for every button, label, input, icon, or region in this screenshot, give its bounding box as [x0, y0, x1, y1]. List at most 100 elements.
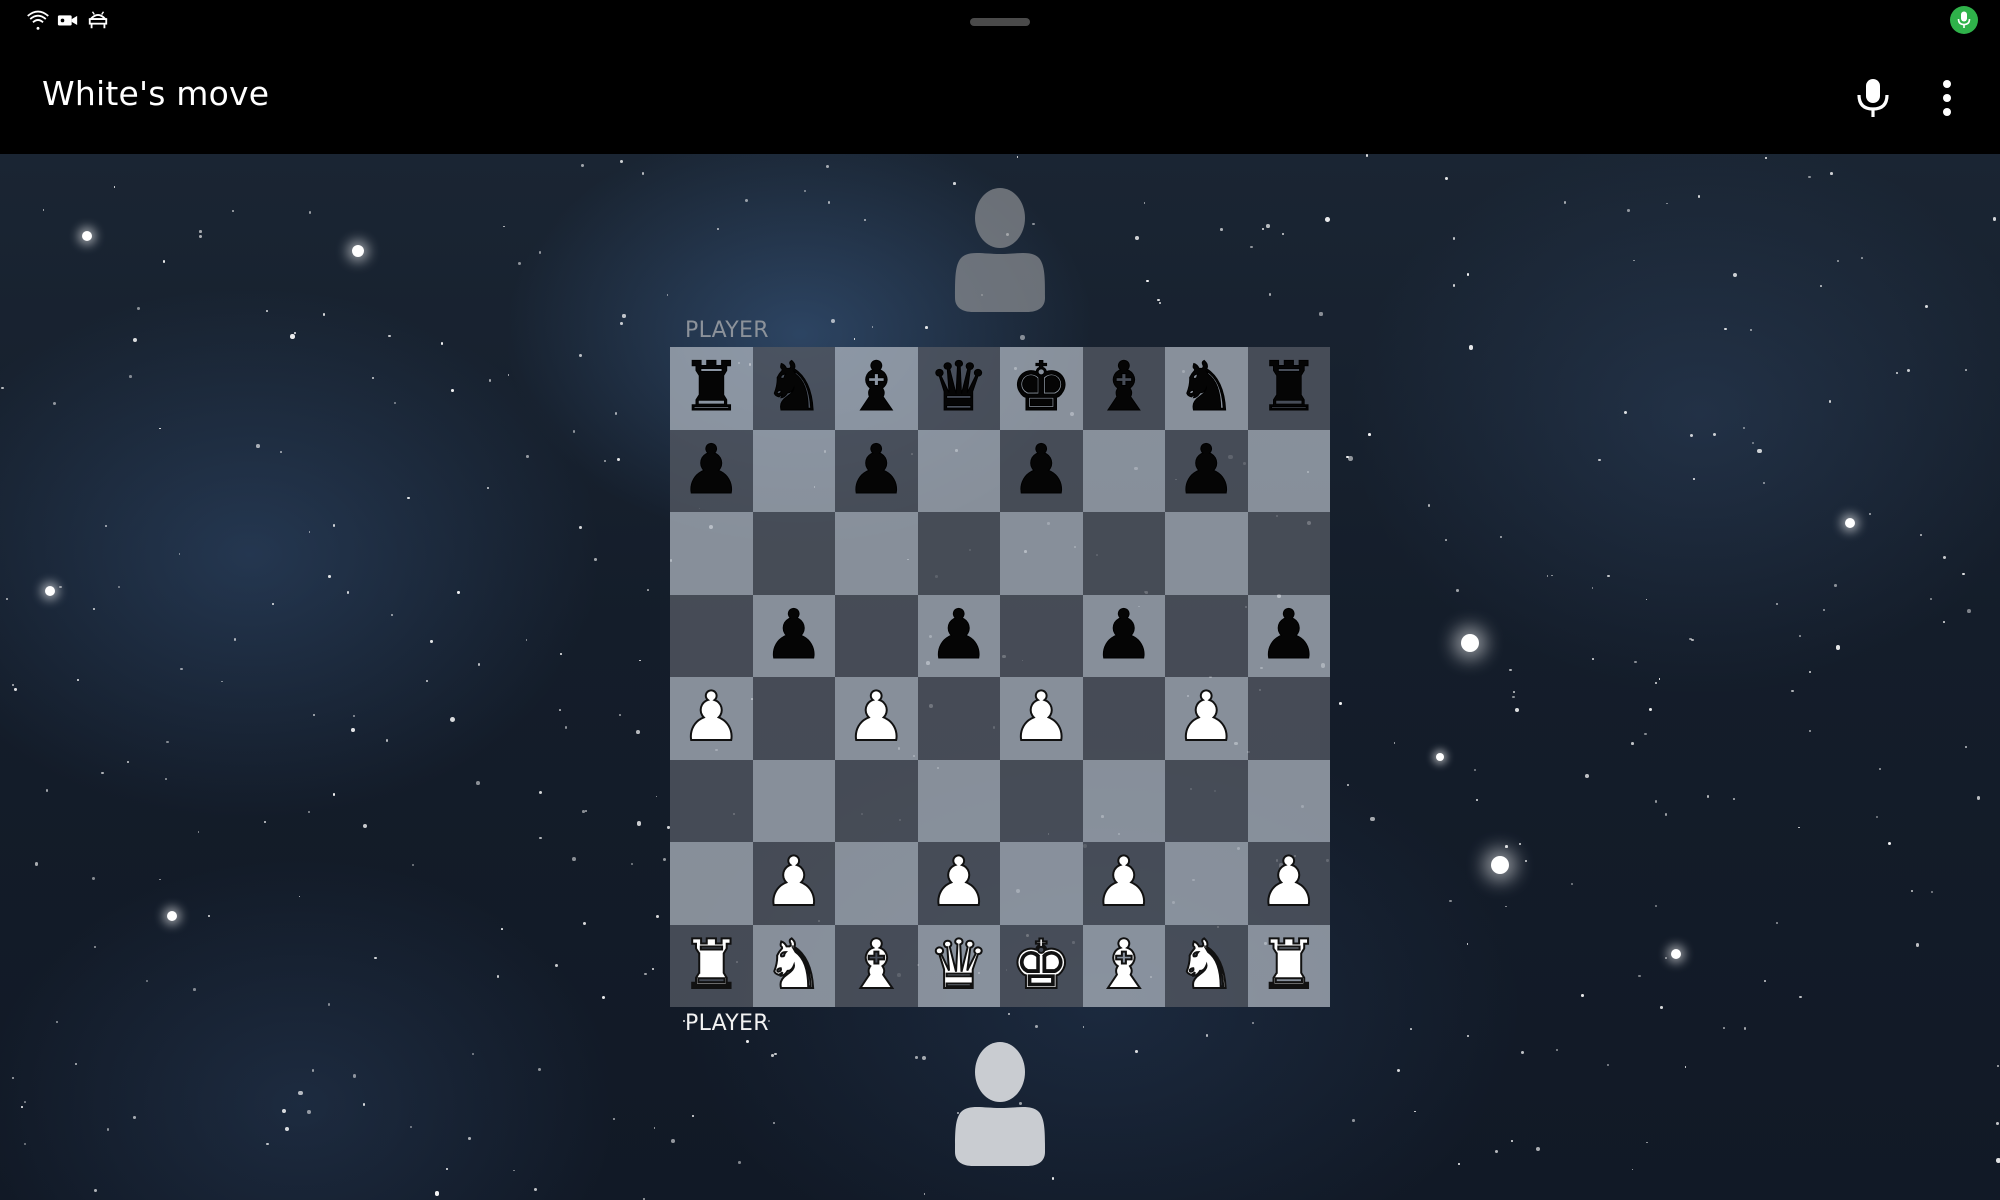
square-h6[interactable] [1247, 512, 1330, 595]
white-pawn-piece[interactable]: ♟ [762, 848, 825, 918]
square-d8[interactable]: ♛ [917, 347, 1000, 430]
white-pawn-piece[interactable]: ♟ [1092, 848, 1155, 918]
white-pawn-piece[interactable]: ♟ [927, 848, 990, 918]
square-h8[interactable]: ♜ [1247, 347, 1330, 430]
square-d2[interactable]: ♟ [917, 842, 1000, 925]
square-b5[interactable]: ♟ [752, 594, 835, 677]
white-pawn-piece[interactable]: ♟ [845, 683, 908, 753]
square-a7[interactable]: ♟ [670, 429, 753, 512]
square-f4[interactable] [1082, 677, 1165, 760]
white-rook-piece[interactable]: ♜ [680, 930, 743, 1000]
square-g5[interactable] [1165, 594, 1248, 677]
square-e6[interactable] [1000, 512, 1083, 595]
white-knight-piece[interactable]: ♞ [762, 930, 825, 1000]
square-f3[interactable] [1082, 759, 1165, 842]
white-pawn-piece[interactable]: ♟ [1257, 848, 1320, 918]
black-pawn-piece[interactable]: ♟ [845, 436, 907, 505]
white-queen-piece[interactable]: ♛ [927, 930, 990, 1000]
square-h4[interactable] [1247, 677, 1330, 760]
square-d5[interactable]: ♟ [917, 594, 1000, 677]
square-f8[interactable]: ♝ [1082, 347, 1165, 430]
square-d7[interactable] [917, 429, 1000, 512]
square-c7[interactable]: ♟ [835, 429, 918, 512]
black-pawn-piece[interactable]: ♟ [1258, 601, 1320, 670]
black-bishop-piece[interactable]: ♝ [1093, 353, 1155, 422]
square-b3[interactable] [752, 759, 835, 842]
square-g3[interactable] [1165, 759, 1248, 842]
square-h7[interactable] [1247, 429, 1330, 512]
square-c8[interactable]: ♝ [835, 347, 918, 430]
square-g8[interactable]: ♞ [1165, 347, 1248, 430]
square-a5[interactable] [670, 594, 753, 677]
square-f6[interactable] [1082, 512, 1165, 595]
black-bishop-piece[interactable]: ♝ [845, 353, 907, 422]
square-h2[interactable]: ♟ [1247, 842, 1330, 925]
square-g7[interactable]: ♟ [1165, 429, 1248, 512]
square-e4[interactable]: ♟ [1000, 677, 1083, 760]
square-a3[interactable] [670, 759, 753, 842]
square-c2[interactable] [835, 842, 918, 925]
more-options-button[interactable] [1930, 78, 1964, 118]
square-c1[interactable]: ♝ [835, 924, 918, 1007]
square-c4[interactable]: ♟ [835, 677, 918, 760]
square-b8[interactable]: ♞ [752, 347, 835, 430]
black-rook-piece[interactable]: ♜ [1258, 353, 1320, 422]
star [1962, 572, 1965, 576]
square-e7[interactable]: ♟ [1000, 429, 1083, 512]
white-pawn-piece[interactable]: ♟ [1175, 683, 1238, 753]
square-b7[interactable] [752, 429, 835, 512]
square-c5[interactable] [835, 594, 918, 677]
black-pawn-piece[interactable]: ♟ [680, 436, 742, 505]
black-knight-piece[interactable]: ♞ [1175, 353, 1237, 422]
black-rook-piece[interactable]: ♜ [680, 353, 742, 422]
square-f2[interactable]: ♟ [1082, 842, 1165, 925]
white-knight-piece[interactable]: ♞ [1175, 930, 1238, 1000]
white-rook-piece[interactable]: ♜ [1257, 930, 1320, 1000]
square-a4[interactable]: ♟ [670, 677, 753, 760]
square-b4[interactable] [752, 677, 835, 760]
drag-handle[interactable] [970, 18, 1030, 26]
square-g6[interactable] [1165, 512, 1248, 595]
square-b2[interactable]: ♟ [752, 842, 835, 925]
square-b1[interactable]: ♞ [752, 924, 835, 1007]
black-pawn-piece[interactable]: ♟ [1010, 436, 1072, 505]
square-a2[interactable] [670, 842, 753, 925]
square-g2[interactable] [1165, 842, 1248, 925]
square-e1[interactable]: ♚ [1000, 924, 1083, 1007]
square-d6[interactable] [917, 512, 1000, 595]
square-g1[interactable]: ♞ [1165, 924, 1248, 1007]
square-e8[interactable]: ♚ [1000, 347, 1083, 430]
square-c6[interactable] [835, 512, 918, 595]
square-g4[interactable]: ♟ [1165, 677, 1248, 760]
square-e5[interactable] [1000, 594, 1083, 677]
black-pawn-piece[interactable]: ♟ [928, 601, 990, 670]
white-bishop-piece[interactable]: ♝ [845, 930, 908, 1000]
square-f1[interactable]: ♝ [1082, 924, 1165, 1007]
square-b6[interactable] [752, 512, 835, 595]
square-d1[interactable]: ♛ [917, 924, 1000, 1007]
square-h1[interactable]: ♜ [1247, 924, 1330, 1007]
square-d3[interactable] [917, 759, 1000, 842]
white-bishop-piece[interactable]: ♝ [1092, 930, 1155, 1000]
voice-input-button[interactable] [1855, 78, 1891, 118]
square-e2[interactable] [1000, 842, 1083, 925]
white-pawn-piece[interactable]: ♟ [1010, 683, 1073, 753]
black-king-piece[interactable]: ♚ [1010, 353, 1072, 422]
square-a1[interactable]: ♜ [670, 924, 753, 1007]
white-king-piece[interactable]: ♚ [1010, 930, 1073, 1000]
square-h3[interactable] [1247, 759, 1330, 842]
square-f7[interactable] [1082, 429, 1165, 512]
black-pawn-piece[interactable]: ♟ [1175, 436, 1237, 505]
square-f5[interactable]: ♟ [1082, 594, 1165, 677]
square-e3[interactable] [1000, 759, 1083, 842]
square-h5[interactable]: ♟ [1247, 594, 1330, 677]
black-pawn-piece[interactable]: ♟ [1093, 601, 1155, 670]
white-pawn-piece[interactable]: ♟ [680, 683, 743, 753]
square-d4[interactable] [917, 677, 1000, 760]
square-a6[interactable] [670, 512, 753, 595]
black-queen-piece[interactable]: ♛ [928, 353, 990, 422]
square-a8[interactable]: ♜ [670, 347, 753, 430]
square-c3[interactable] [835, 759, 918, 842]
black-knight-piece[interactable]: ♞ [763, 353, 825, 422]
black-pawn-piece[interactable]: ♟ [763, 601, 825, 670]
